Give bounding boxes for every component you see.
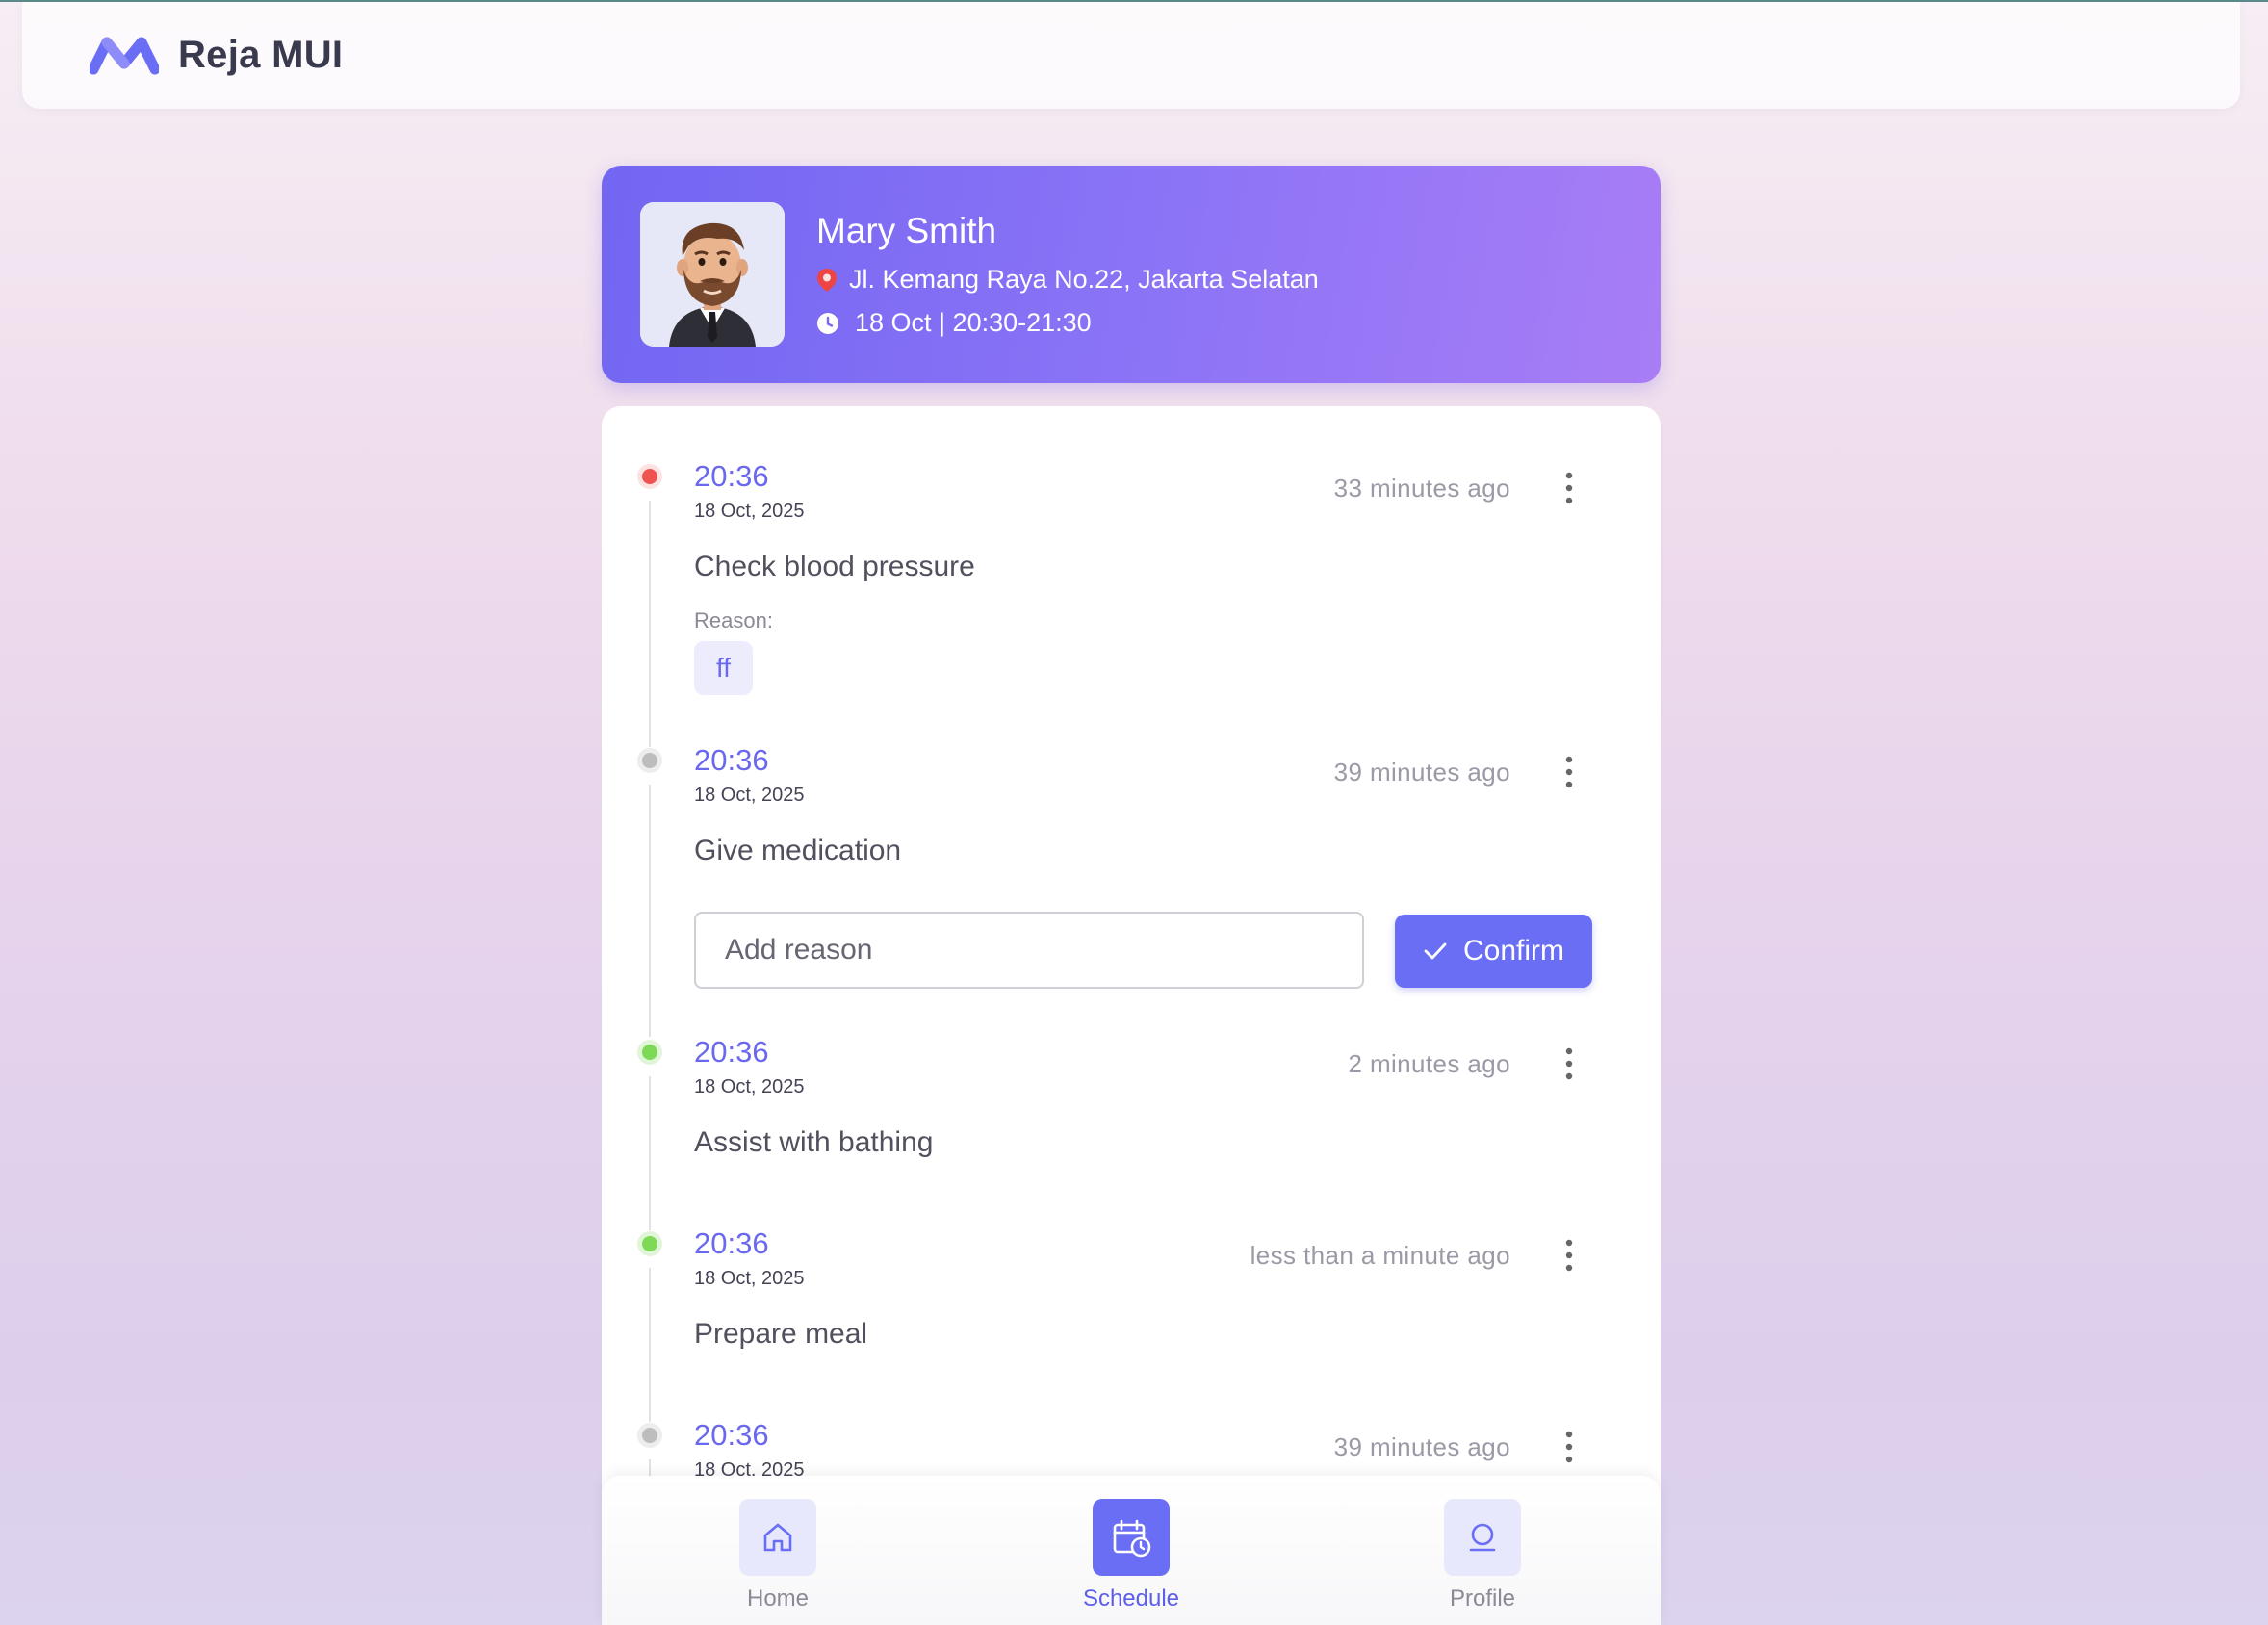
entry-time: 20:36 (694, 459, 769, 493)
confirm-button[interactable]: Confirm (1395, 915, 1592, 988)
entry-date: 18 Oct, 2025 (694, 1268, 805, 1289)
timeline-connector (649, 1076, 651, 1230)
location-pin-icon (817, 268, 837, 292)
entry-relative-time: 33 minutes ago (1333, 474, 1510, 503)
nav-label-schedule: Schedule (1082, 1586, 1180, 1612)
entry-date: 18 Oct, 2025 (694, 1076, 805, 1097)
patient-info: Mary Smith Jl. Kemang Raya No.22, Jakart… (816, 211, 1319, 338)
calendar-clock-icon[interactable] (1093, 1499, 1170, 1576)
nav-label-home: Home (746, 1586, 810, 1612)
entry-date: 18 Oct, 2025 (694, 501, 805, 522)
entry-time: 20:36 (694, 1035, 769, 1069)
more-options-icon[interactable] (1550, 753, 1588, 791)
entry-task: Assist with bathing (694, 1126, 934, 1158)
timeline-connector (649, 1268, 651, 1422)
clock-icon (817, 312, 838, 334)
user-icon[interactable] (1444, 1499, 1521, 1576)
nav-item-home[interactable]: Home (682, 1499, 874, 1612)
entry-relative-time: 2 minutes ago (1348, 1049, 1510, 1078)
schedule-time-row: 18 Oct | 20:30-21:30 (816, 308, 1319, 338)
nav-label-profile: Profile (1449, 1586, 1516, 1612)
patient-address: Jl. Kemang Raya No.22, Jakarta Selatan (849, 265, 1319, 294)
entry-relative-time: 39 minutes ago (1333, 1432, 1510, 1461)
brand-logo-icon[interactable] (90, 37, 159, 75)
top-navbar: Reja MUI (22, 2, 2240, 109)
entry-time: 20:36 (694, 1418, 769, 1452)
schedule-timeline: 20:36 18 Oct, 2025 33 minutes ago Check … (602, 406, 1661, 1625)
avatar-illustration (640, 202, 785, 347)
entry-relative-time: less than a minute ago (1250, 1241, 1510, 1270)
check-icon (1424, 942, 1447, 960)
timeline-connector (649, 785, 651, 1037)
reason-chip[interactable]: ff (694, 641, 754, 695)
patient-name: Mary Smith (816, 211, 997, 250)
entry-date: 18 Oct, 2025 (694, 785, 805, 806)
schedule-time: 18 Oct | 20:30-21:30 (855, 308, 1092, 337)
more-options-icon[interactable] (1550, 469, 1588, 507)
entry-task: Check blood pressure (694, 551, 975, 582)
patient-address-row: Jl. Kemang Raya No.22, Jakarta Selatan (816, 265, 1319, 295)
timeline-connector (649, 501, 651, 747)
bottom-navigation: Home Schedule Profile (602, 1476, 1661, 1625)
entry-time: 20:36 (694, 1226, 769, 1260)
confirm-button-label: Confirm (1462, 935, 1564, 967)
status-dot (637, 748, 662, 773)
home-icon[interactable] (739, 1499, 816, 1576)
entry-task: Give medication (694, 835, 902, 866)
status-dot (637, 464, 662, 489)
status-dot (637, 1423, 662, 1448)
reason-label: Reason: (694, 608, 773, 632)
entry-task: Prepare meal (694, 1318, 868, 1350)
patient-header-card: Mary Smith Jl. Kemang Raya No.22, Jakart… (602, 166, 1661, 383)
nav-item-schedule[interactable]: Schedule (1035, 1499, 1227, 1612)
status-dot (637, 1040, 662, 1065)
entry-relative-time: 39 minutes ago (1333, 758, 1510, 787)
entry-time: 20:36 (694, 743, 769, 777)
status-dot (637, 1231, 662, 1256)
add-reason-input[interactable] (694, 912, 1364, 989)
more-options-icon[interactable] (1550, 1045, 1588, 1083)
brand-name[interactable]: Reja MUI (178, 34, 343, 77)
more-options-icon[interactable] (1550, 1428, 1588, 1466)
patient-avatar (640, 202, 785, 347)
more-options-icon[interactable] (1550, 1236, 1588, 1275)
nav-item-profile[interactable]: Profile (1386, 1499, 1579, 1612)
